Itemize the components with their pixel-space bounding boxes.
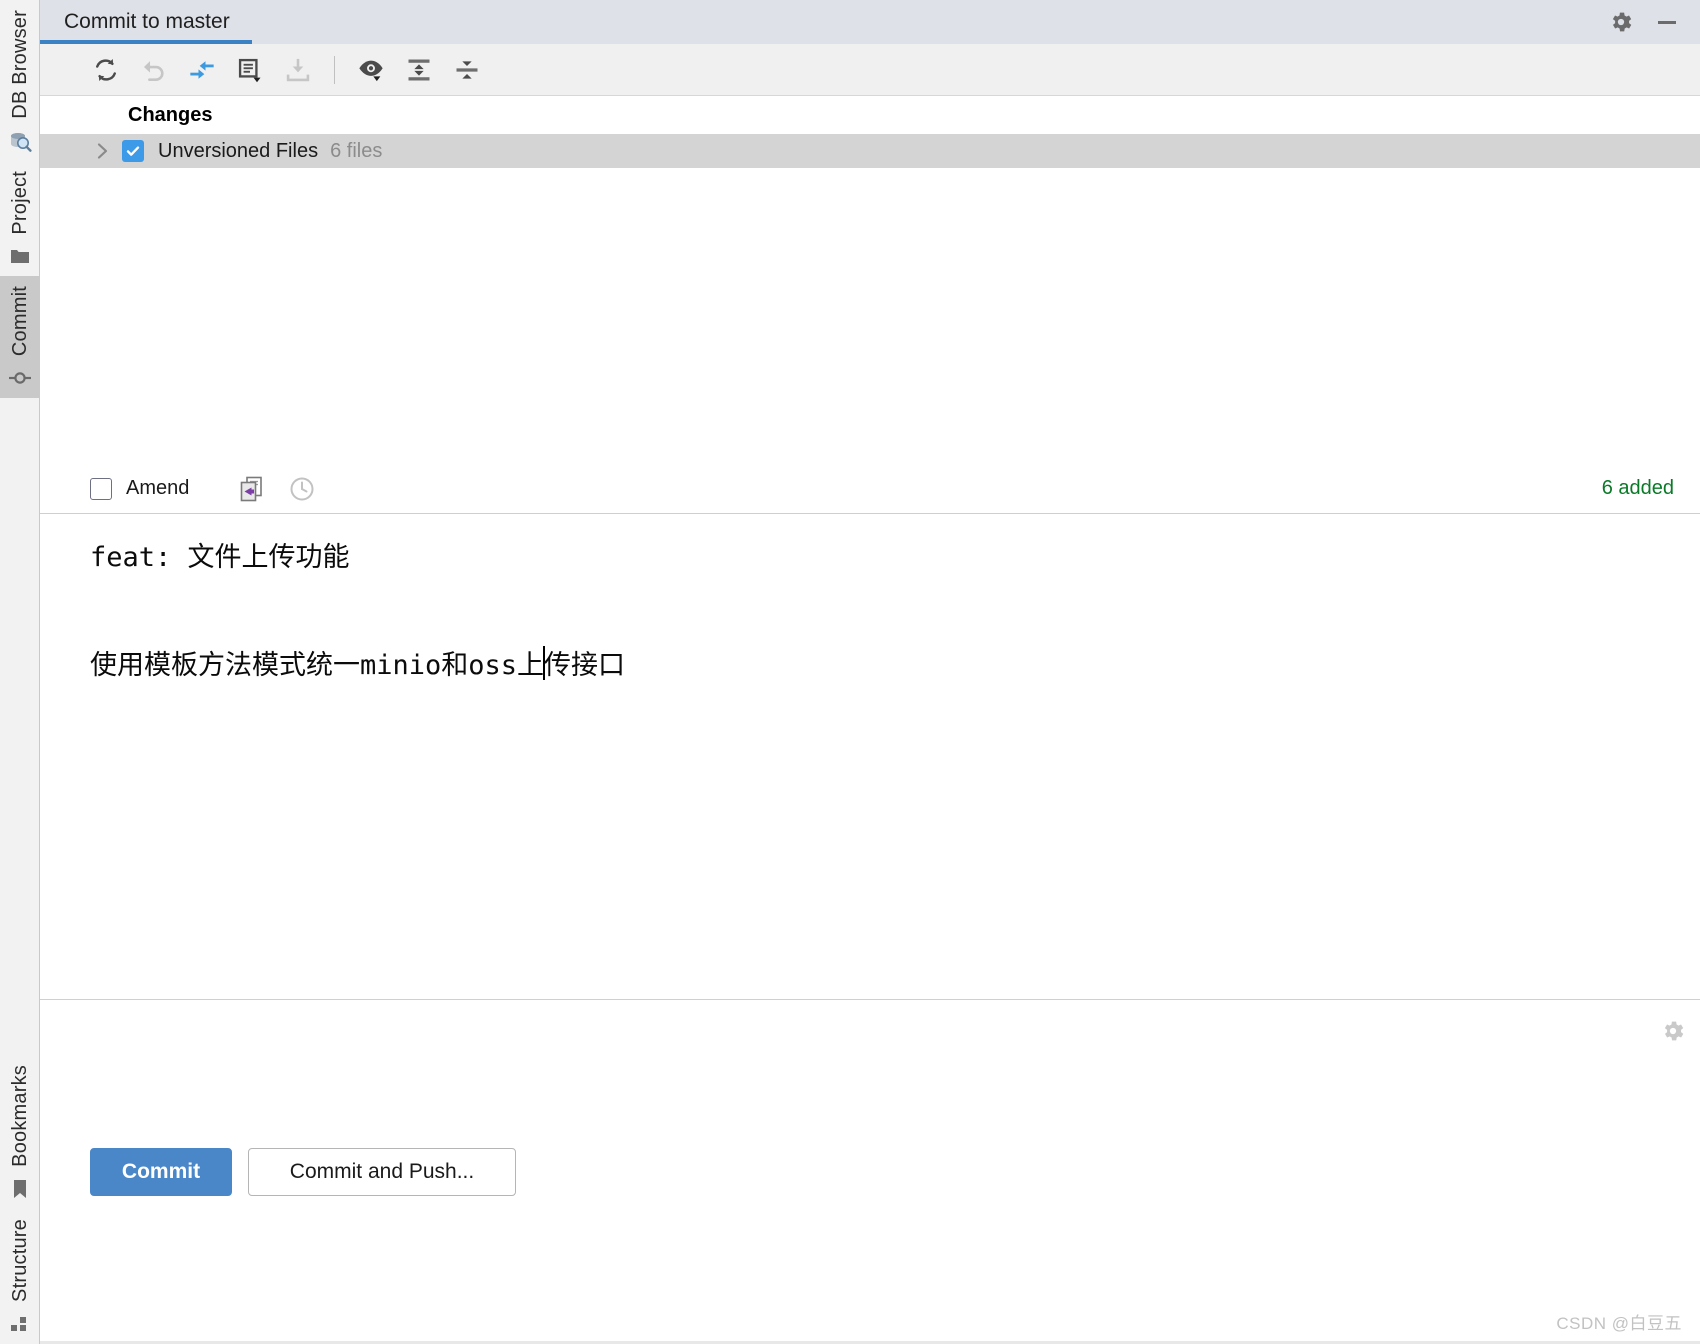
amend-bar: Amend 6 added [40,464,1700,514]
refresh-icon [92,56,120,84]
tab-commit-to-master[interactable]: Commit to master [40,0,252,44]
commit-message-body: 使用模板方法模式统一minio和oss上传接口 [90,646,625,684]
toolbar-separator [334,55,335,84]
diff-arrows-icon [188,56,216,84]
tree-node-checkbox[interactable] [122,140,144,162]
tool-window-settings-button[interactable] [1598,0,1644,44]
sidebar-item-commit[interactable]: Commit [0,276,40,399]
status-badge-added: 6 added [1601,477,1674,499]
commit-node-icon [8,366,32,390]
sidebar-item-label: Project [9,170,31,235]
group-by-button[interactable] [228,48,272,92]
tool-window-strip: DB Browser Project Commit Bookmarks Stru… [0,0,40,1344]
chevron-right-icon[interactable] [90,138,116,164]
download-tray-icon [284,56,312,84]
tab-label: Commit to master [64,10,230,33]
undo-arrow-icon [140,56,168,84]
structure-grid-icon [8,1312,32,1336]
sidebar-item-label: Structure [9,1219,31,1302]
tree-node-label: Unversioned Files [158,139,319,162]
watermark-text: CSDN @白豆五 [1556,1314,1682,1333]
sidebar-item-label: DB Browser [9,10,31,119]
sidebar-item-label: Bookmarks [9,1065,31,1168]
commit-message-history-icon[interactable] [235,472,269,506]
refresh-changes-button[interactable] [84,48,128,92]
commit-tool-window: DB Browser Project Commit Bookmarks Stru… [0,0,1700,1344]
minimize-tool-window-button[interactable] [1644,0,1690,44]
clock-history-icon[interactable] [285,472,319,506]
sidebar-item-label: Commit [9,286,31,357]
commit-button[interactable]: Commit [90,1148,232,1196]
bookmark-icon [8,1177,32,1201]
commit-and-push-button[interactable]: Commit and Push... [248,1148,516,1196]
tree-node-count: 6 files [330,139,383,162]
eye-dropdown-icon [357,56,385,84]
commit-message-body-before-caret: 使用模板方法模式统一minio和oss上 [90,650,545,682]
rollback-button[interactable] [132,48,176,92]
preview-diff-button[interactable] [349,48,393,92]
sidebar-item-db-browser[interactable]: DB Browser [0,0,40,161]
expand-all-button[interactable] [397,48,441,92]
commit-toolbar [40,44,1700,96]
tool-window-titlebar: Commit to master [40,0,1700,44]
database-browser-icon [8,129,32,153]
show-diff-button[interactable] [180,48,224,92]
folder-icon [8,244,32,268]
update-project-button[interactable] [276,48,320,92]
commit-action-bar: Commit Commit and Push... CSDN @白豆五 [40,999,1700,1344]
changes-section-title: Changes [40,96,1700,134]
commit-and-push-button-label: Commit and Push... [289,1160,475,1183]
commit-settings-button[interactable] [1660,1018,1686,1044]
changes-tree[interactable]: Unversioned Files 6 files [40,134,1700,464]
changes-label: Changes [128,103,213,126]
document-dropdown-icon [236,56,264,84]
expand-all-icon [405,56,433,84]
tree-node-unversioned-files[interactable]: Unversioned Files 6 files [40,134,1700,168]
minimize-icon [1654,9,1680,35]
commit-message-body-after-caret: 传接口 [544,650,626,682]
gear-icon [1660,1018,1686,1044]
commit-panel: Commit to master Changes Unversioned Fil… [40,0,1700,1344]
amend-checkbox[interactable] [90,477,112,500]
commit-button-label: Commit [121,1160,201,1183]
collapse-all-button[interactable] [445,48,489,92]
gear-icon [1608,9,1634,35]
sidebar-item-project[interactable]: Project [0,161,40,277]
commit-message-blank-line [90,576,1680,646]
amend-label: Amend [126,477,190,499]
sidebar-item-structure[interactable]: Structure [0,1209,40,1344]
collapse-all-icon [453,56,481,84]
commit-message-subject: feat: 文件上传功能 [90,542,350,573]
sidebar-item-bookmarks[interactable]: Bookmarks [0,1055,40,1209]
commit-message-input[interactable]: feat: 文件上传功能 使用模板方法模式统一minio和oss上传接口 [40,514,1700,999]
